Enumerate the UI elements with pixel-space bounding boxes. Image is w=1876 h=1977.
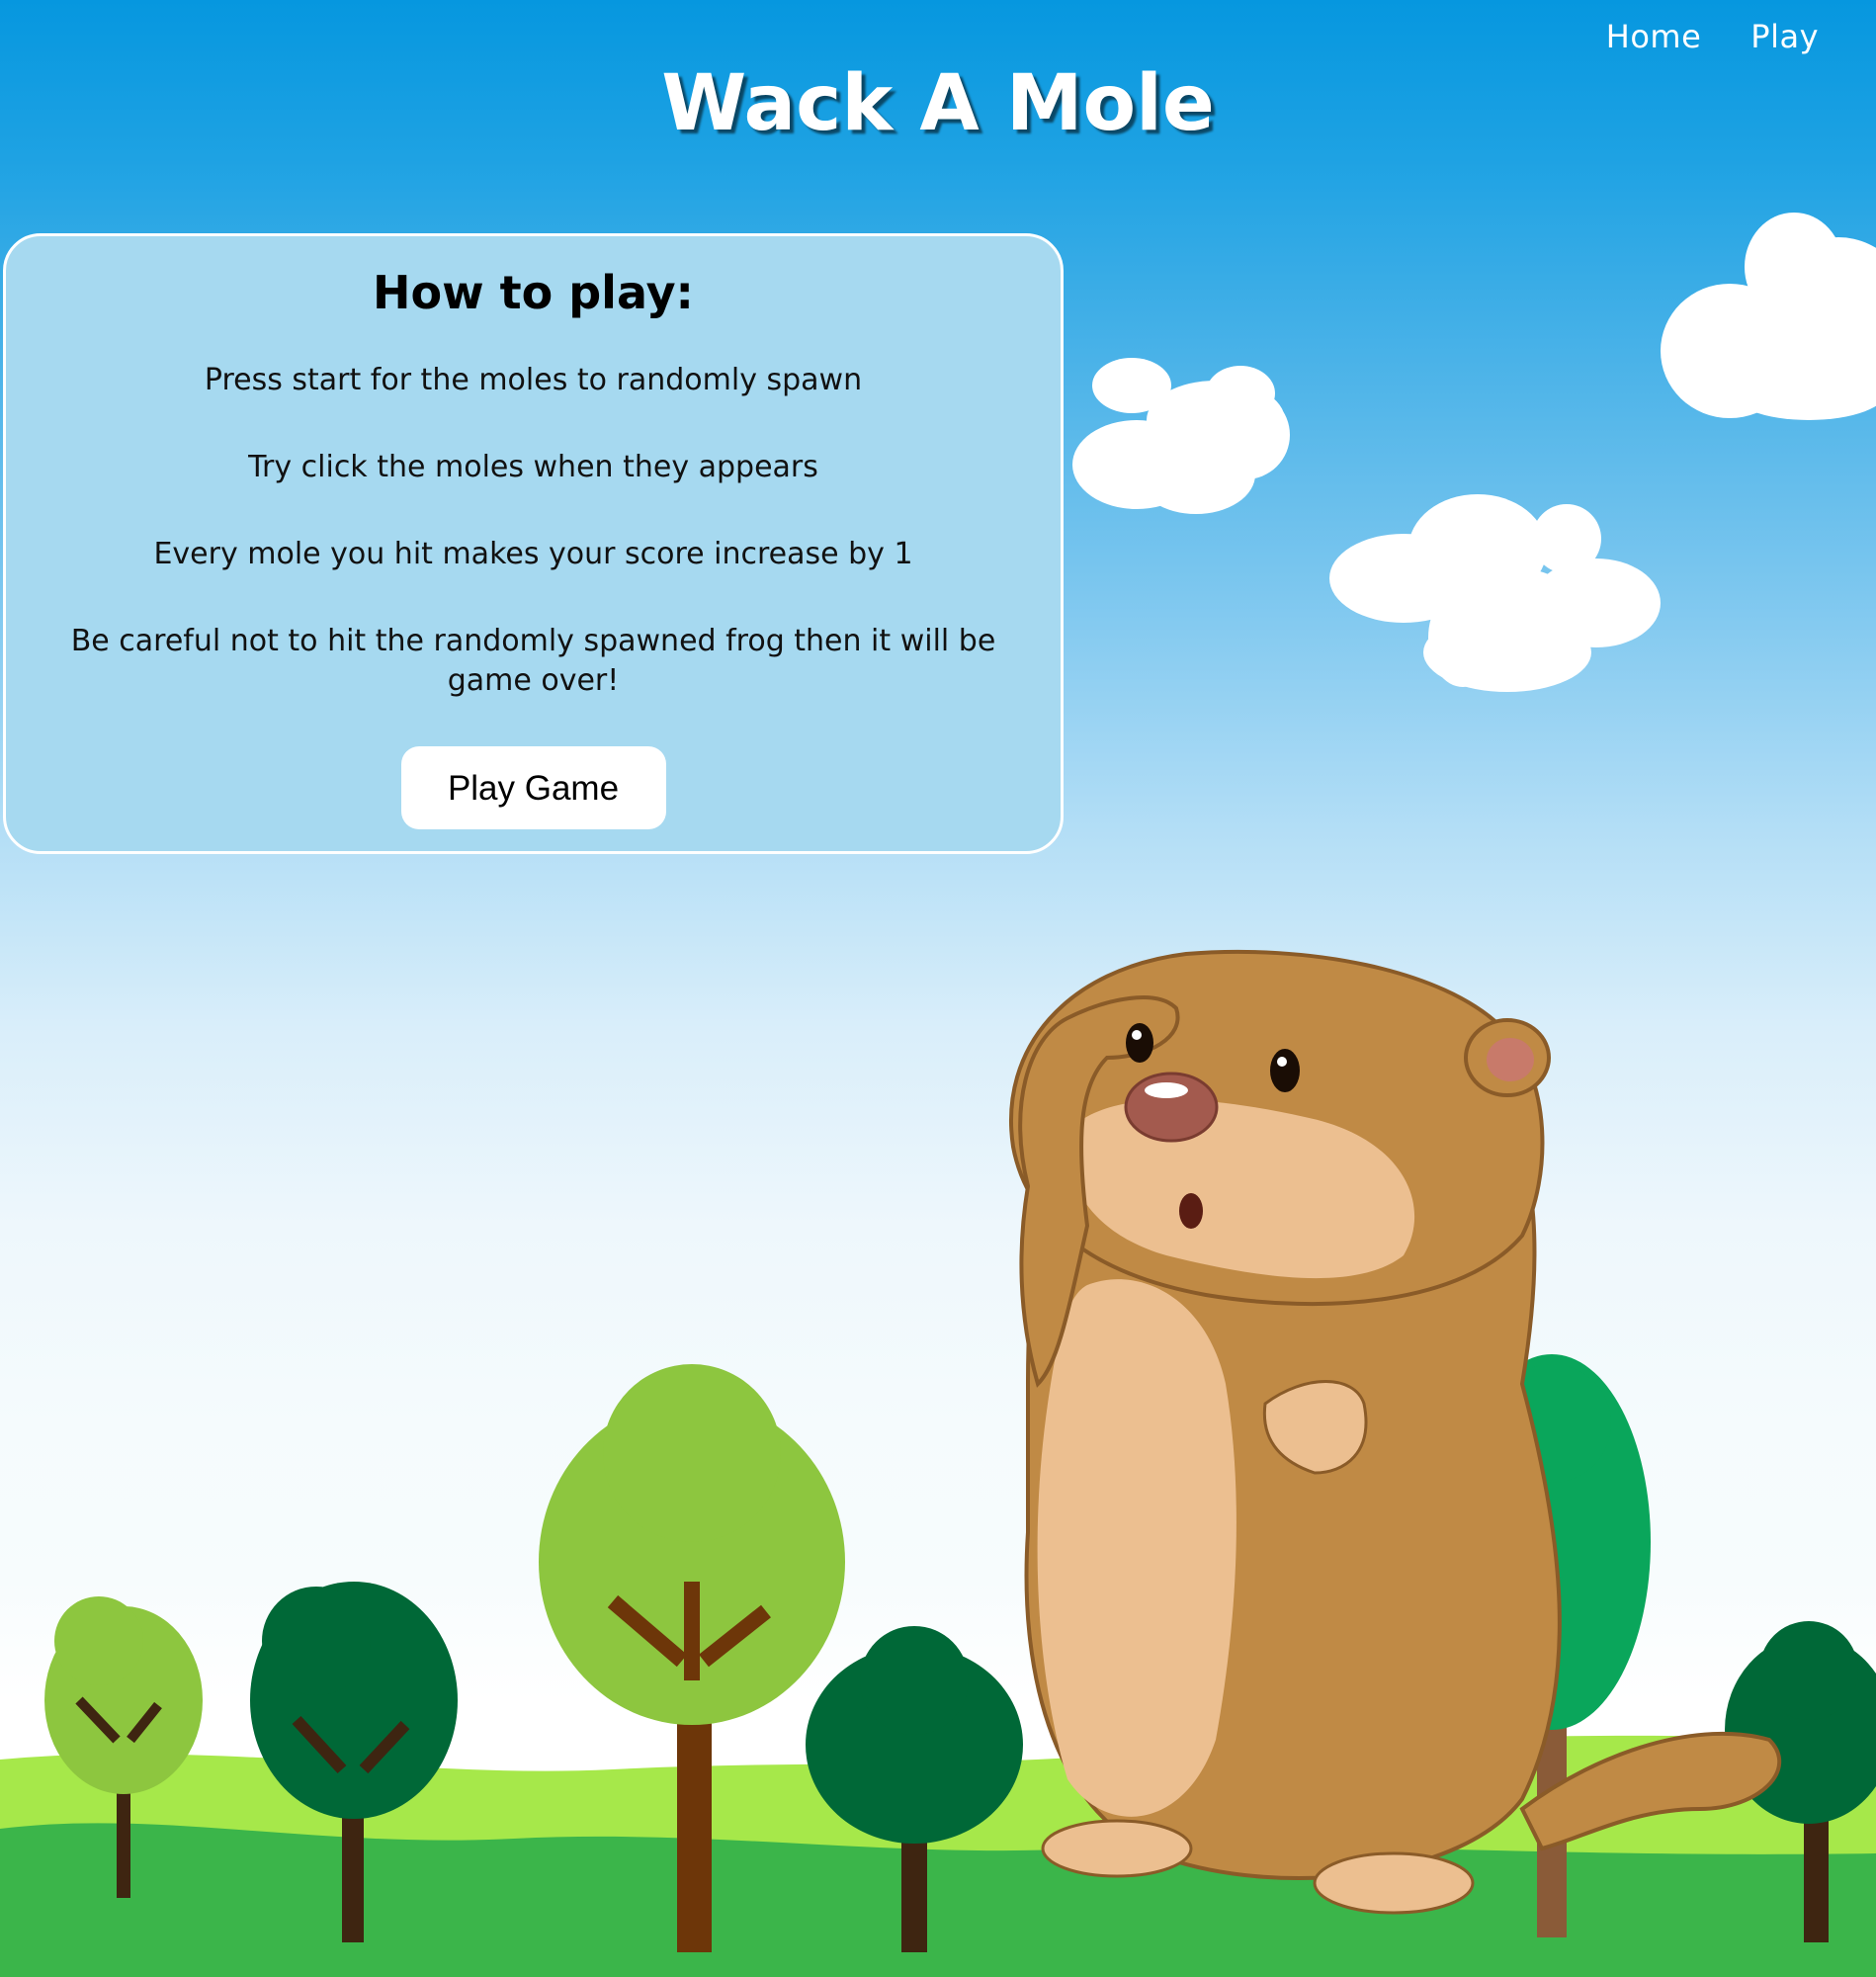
cloud	[1072, 358, 1290, 514]
nav-play-link[interactable]: Play	[1750, 18, 1819, 55]
rule-text: Try click the moles when they appears	[248, 450, 818, 484]
rule-text: Every mole you hit makes your score incr…	[153, 537, 913, 571]
page-title: Wack A Mole	[661, 59, 1215, 148]
mole-illustration	[1009, 949, 1782, 1915]
nav-home-link[interactable]: Home	[1606, 18, 1702, 55]
cloud	[1329, 494, 1661, 692]
top-nav: Home Play	[1606, 18, 1819, 55]
rule-text: Press start for the moles to randomly sp…	[204, 363, 863, 397]
how-to-play-panel: How to play: Press start for the moles t…	[3, 233, 1064, 854]
play-game-button[interactable]: Play Game	[400, 746, 666, 829]
cloud	[1661, 213, 1876, 420]
how-to-play-heading: How to play:	[373, 266, 694, 319]
rule-text: Be careful not to hit the randomly spawn…	[70, 624, 996, 698]
